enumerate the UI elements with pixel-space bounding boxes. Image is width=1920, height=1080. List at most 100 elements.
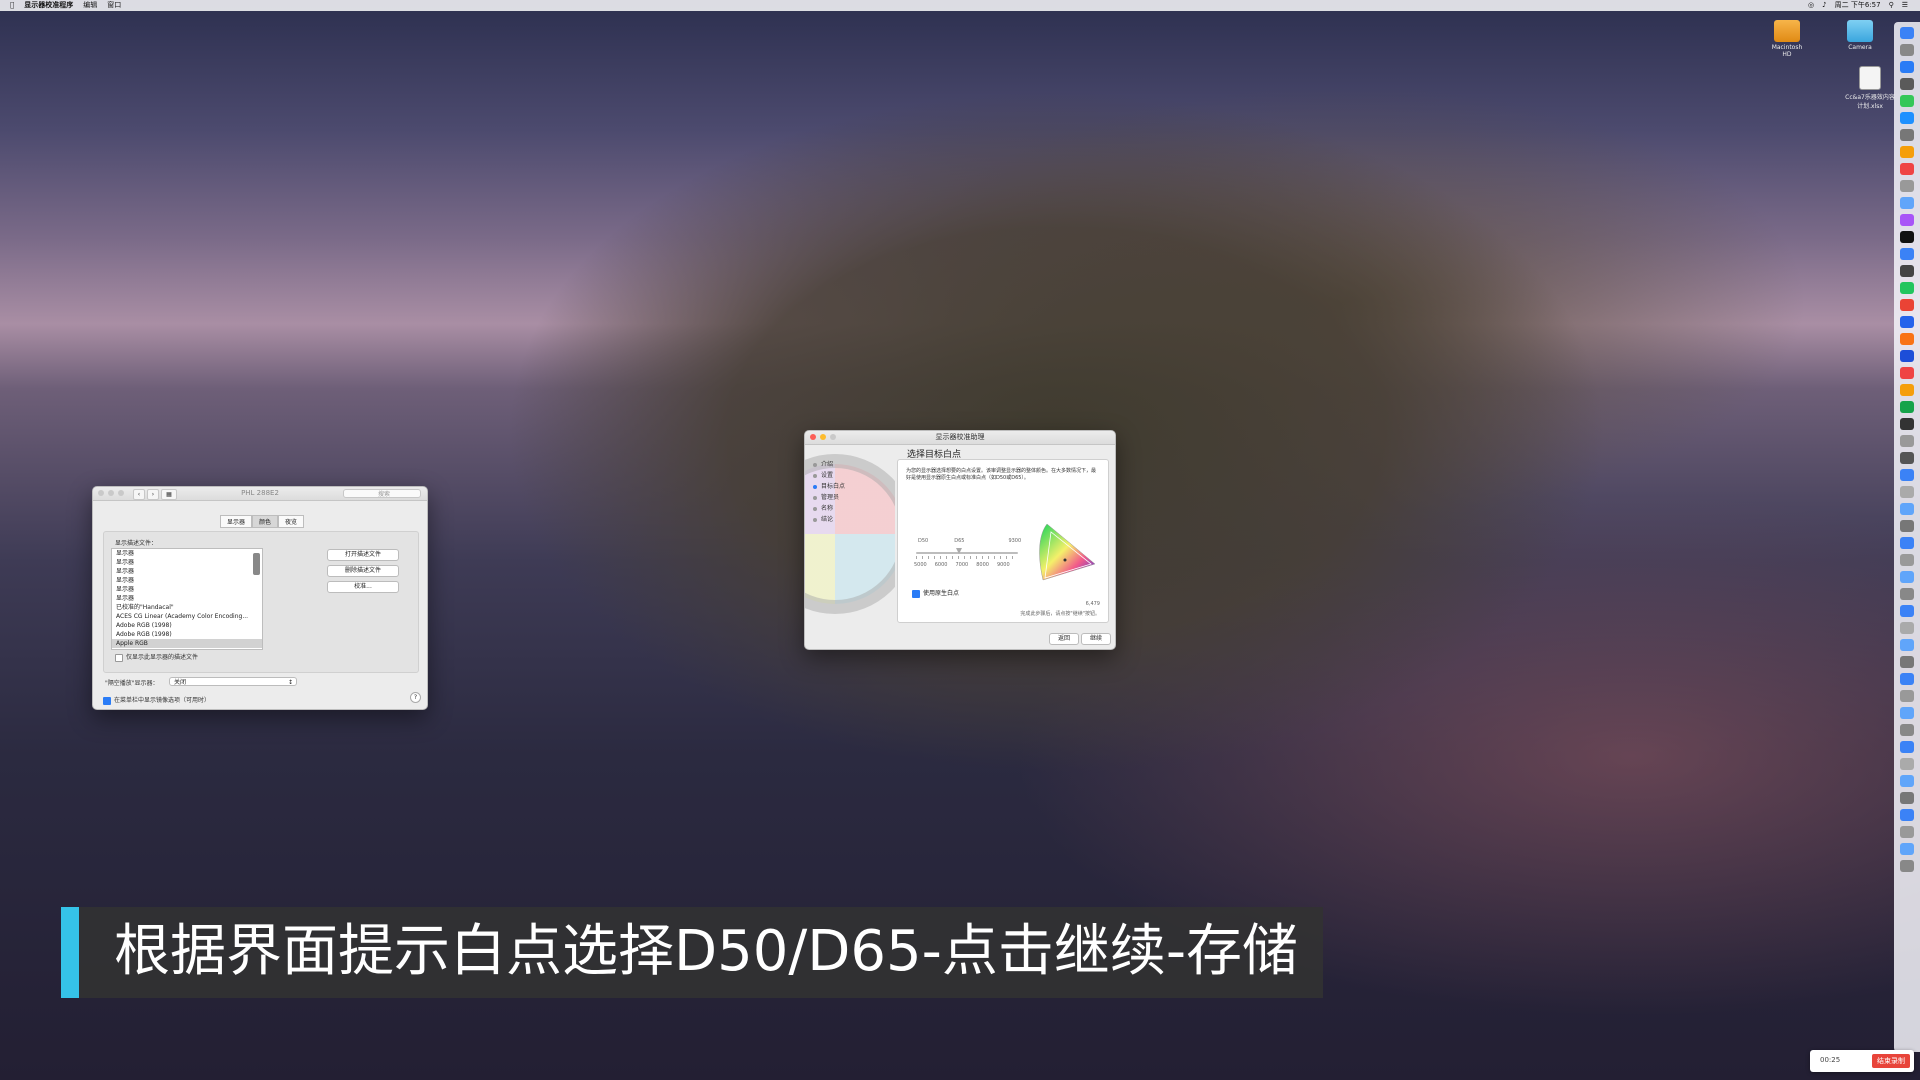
dock-app-icon[interactable] (1900, 418, 1914, 430)
search-field[interactable]: 搜索 (343, 489, 421, 498)
dock-app-icon[interactable] (1900, 622, 1914, 634)
dock-app-icon[interactable] (1900, 503, 1914, 515)
dock-app-icon[interactable] (1900, 843, 1914, 855)
dock-app-icon[interactable] (1900, 758, 1914, 770)
dock-app-icon[interactable] (1900, 554, 1914, 566)
apple-menu-icon[interactable]:  (10, 0, 14, 11)
dock-app-icon[interactable] (1900, 350, 1914, 362)
only-this-display-option[interactable]: 仅显示此显示器的描述文件 (115, 652, 198, 662)
only-this-display-checkbox[interactable] (115, 653, 123, 662)
white-point-slider[interactable] (916, 552, 1018, 554)
close-icon[interactable] (810, 434, 816, 440)
close-icon[interactable] (98, 490, 104, 496)
dock-app-icon[interactable] (1900, 231, 1914, 243)
help-button[interactable]: ? (410, 692, 421, 703)
grid-icon[interactable]: ▦ (161, 489, 177, 500)
list-item[interactable]: Adobe RGB (1998) (112, 621, 262, 630)
list-item[interactable]: 显示器 (112, 549, 262, 558)
dock-app-icon[interactable] (1900, 367, 1914, 379)
slider-thumb[interactable] (956, 548, 962, 554)
dock-app-icon[interactable] (1900, 180, 1914, 192)
stop-recording-button[interactable]: 结束录制 (1872, 1054, 1910, 1068)
dock-app-icon[interactable] (1900, 809, 1914, 821)
dock-app-icon[interactable] (1900, 724, 1914, 736)
desktop-icon-file[interactable]: Cc&a7乐器效内容计划.xlsx (1845, 66, 1895, 110)
dock-app-icon[interactable] (1900, 707, 1914, 719)
mirror-option[interactable]: 在菜单栏中显示镜像选项（可用时） (103, 695, 210, 705)
dock-app-icon[interactable] (1900, 537, 1914, 549)
menu-edit[interactable]: 编辑 (83, 0, 97, 11)
volume-icon[interactable]: ♪ (1822, 0, 1826, 11)
dock-app-icon[interactable] (1900, 775, 1914, 787)
list-item-selected[interactable]: Apple RGB (112, 639, 262, 648)
dock-app-icon[interactable] (1900, 146, 1914, 158)
use-native-checkbox[interactable] (912, 589, 920, 598)
back-arrow-icon[interactable]: ‹ (133, 489, 145, 500)
dock-app-icon[interactable] (1900, 588, 1914, 600)
forward-arrow-icon[interactable]: › (147, 489, 159, 500)
dock-app-icon[interactable] (1900, 571, 1914, 583)
zoom-icon[interactable] (118, 490, 124, 496)
tab-color[interactable]: 颜色 (252, 515, 279, 528)
list-item[interactable]: 显示器 (112, 594, 262, 603)
minimize-icon[interactable] (108, 490, 114, 496)
desktop-icon-folder[interactable]: Camera (1840, 20, 1880, 51)
menu-window[interactable]: 窗口 (107, 0, 121, 11)
wifi-icon[interactable]: ◎ (1808, 0, 1814, 11)
list-item[interactable]: 显示器 (112, 558, 262, 567)
dock-app-icon[interactable] (1900, 265, 1914, 277)
tab-night-shift[interactable]: 夜览 (278, 515, 305, 528)
dock-app-icon[interactable] (1900, 741, 1914, 753)
dock-app-icon[interactable] (1900, 384, 1914, 396)
list-item[interactable]: 显示器 (112, 567, 262, 576)
delete-profile-button[interactable]: 删除描述文件 (327, 565, 399, 577)
zoom-icon[interactable] (830, 434, 836, 440)
dock-app-icon[interactable] (1900, 248, 1914, 260)
dock-app-icon[interactable] (1900, 299, 1914, 311)
dock-app-icon[interactable] (1900, 605, 1914, 617)
dock-app-icon[interactable] (1900, 452, 1914, 464)
dock-app-icon[interactable] (1900, 112, 1914, 124)
dock-app-icon[interactable] (1900, 316, 1914, 328)
continue-button[interactable]: 继续 (1081, 633, 1112, 645)
dock-app-icon[interactable] (1900, 282, 1914, 294)
dock-app-icon[interactable] (1900, 401, 1914, 413)
back-button[interactable]: 返回 (1049, 633, 1080, 645)
tab-display[interactable]: 显示器 (220, 515, 253, 528)
dock-app-icon[interactable] (1900, 95, 1914, 107)
dock-app-icon[interactable] (1900, 520, 1914, 532)
dock-app-icon[interactable] (1900, 673, 1914, 685)
profile-list[interactable]: 显示器 显示器 显示器 显示器 显示器 显示器 已校准的"Handacal" A… (111, 548, 263, 650)
dock-app-icon[interactable] (1900, 27, 1914, 39)
airplay-select[interactable]: 关闭 ↕ (169, 677, 297, 686)
dock-app-icon[interactable] (1900, 435, 1914, 447)
control-center-icon[interactable]: ☰ (1902, 0, 1908, 11)
minimize-icon[interactable] (820, 434, 826, 440)
dock-app-icon[interactable] (1900, 639, 1914, 651)
calibrate-button[interactable]: 校准... (327, 581, 399, 593)
mirror-checkbox[interactable] (103, 696, 111, 705)
dock-app-icon[interactable] (1900, 826, 1914, 838)
dock-app-icon[interactable] (1900, 214, 1914, 226)
list-item[interactable]: ACES CG Linear (Academy Color Encoding..… (112, 612, 262, 621)
list-item[interactable]: 已校准的"Handacal" (112, 603, 262, 612)
desktop-icon-drive[interactable]: Macintosh HD (1767, 20, 1807, 58)
dock-app-icon[interactable] (1900, 690, 1914, 702)
list-item[interactable]: 显示器 (112, 576, 262, 585)
dock-app-icon[interactable] (1900, 197, 1914, 209)
dock-app-icon[interactable] (1900, 860, 1914, 872)
search-icon[interactable]: ⚲ (1889, 0, 1894, 11)
use-native-option[interactable]: 使用原生白点 (912, 588, 959, 598)
dock-app-icon[interactable] (1900, 61, 1914, 73)
dock-app-icon[interactable] (1900, 44, 1914, 56)
dock-app-icon[interactable] (1900, 656, 1914, 668)
dock-app-icon[interactable] (1900, 78, 1914, 90)
open-profile-button[interactable]: 打开描述文件 (327, 549, 399, 561)
dock-app-icon[interactable] (1900, 792, 1914, 804)
menu-clock[interactable]: 周二 下午6:57 (1835, 0, 1881, 11)
list-item[interactable]: Adobe RGB (1998) (112, 630, 262, 639)
list-scrollbar[interactable] (253, 553, 260, 575)
dock-app-icon[interactable] (1900, 163, 1914, 175)
dock-app-icon[interactable] (1900, 486, 1914, 498)
dock-app-icon[interactable] (1900, 333, 1914, 345)
